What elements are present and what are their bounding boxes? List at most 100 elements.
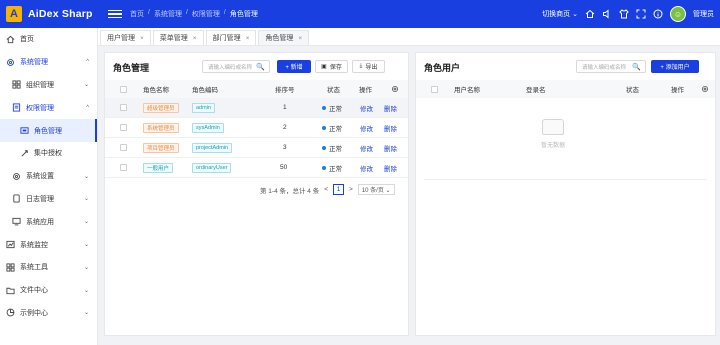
edit-link[interactable]: 修改	[360, 163, 373, 173]
doc-icon	[12, 103, 21, 112]
tab-dept-management[interactable]: 部门管理 ×	[205, 30, 257, 45]
sidebar-item-system-settings[interactable]: 系统设置 ⌄	[0, 165, 97, 188]
sidebar-item-system-tools[interactable]: 系统工具 ⌄	[0, 256, 97, 279]
sidebar-item-example-center[interactable]: 示例中心 ⌄	[0, 302, 97, 325]
select-all-checkbox[interactable]	[120, 85, 127, 93]
page-number[interactable]: 1	[333, 184, 345, 195]
sidebar-item-system-management[interactable]: 系统管理 ^	[0, 51, 97, 74]
user-search-input[interactable]: 请输入编码或名称 🔍	[576, 60, 646, 73]
role-search-input[interactable]: 请输入编码或名称 🔍	[202, 60, 270, 73]
sidebar-item-home[interactable]: 首页	[0, 28, 97, 51]
role-icon	[20, 126, 29, 135]
chevron-down-icon: ⌄	[83, 242, 89, 249]
select-all-checkbox[interactable]	[431, 85, 438, 93]
sidebar-item-org-management[interactable]: 组织管理 ⌄	[0, 74, 97, 97]
edit-link[interactable]: 修改	[360, 103, 373, 113]
table-row[interactable]: 超级管理员 admin 1 正常 修改 删除	[105, 98, 408, 118]
edit-link[interactable]: 修改	[360, 123, 373, 133]
sidebar-item-role-management[interactable]: 角色管理	[0, 119, 97, 142]
gear-icon	[6, 58, 15, 67]
sidebar-item-system-monitor[interactable]: 系统监控 ⌄	[0, 233, 97, 256]
chevron-down-icon: ⌄	[83, 287, 89, 294]
role-name-tag: 项目管理员	[143, 142, 179, 153]
shirt-icon[interactable]	[619, 9, 629, 19]
save-label: 保存	[329, 65, 342, 71]
export-button[interactable]: ⤓ 导出	[352, 60, 385, 73]
fullscreen-icon[interactable]	[636, 9, 646, 19]
delete-link[interactable]: 删除	[384, 163, 397, 173]
row-checkbox[interactable]	[120, 104, 127, 111]
prev-page-button[interactable]: <	[324, 186, 328, 193]
sidebar-item-label: 示例中心	[20, 309, 48, 317]
sidebar-item-log-management[interactable]: 日志管理 ⌄	[0, 188, 97, 211]
tools-icon	[6, 263, 15, 272]
pie-icon	[6, 308, 15, 317]
sidebar-item-system-apps[interactable]: 系统应用 ⌄	[0, 210, 97, 233]
app-logo[interactable]: A AiDex Sharp	[0, 0, 98, 28]
chevron-down-icon: ⌄	[83, 173, 89, 180]
row-checkbox[interactable]	[120, 144, 127, 151]
sidebar-item-file-center[interactable]: 文件中心 ⌄	[0, 279, 97, 302]
status-badge: 正常	[322, 163, 342, 173]
save-button[interactable]: ▣ 保存	[315, 60, 348, 73]
delete-link[interactable]: 删除	[384, 103, 397, 113]
table-row[interactable]: 系统管理员 sysAdmin 2 正常 修改 删除	[105, 118, 408, 138]
menu-toggle-icon[interactable]	[108, 9, 122, 19]
close-icon[interactable]: ×	[246, 35, 250, 42]
export-label: 导出	[365, 65, 378, 71]
close-icon[interactable]: ×	[298, 35, 302, 42]
avatar[interactable]: ☺	[670, 6, 686, 22]
column-header: 状态	[626, 87, 639, 94]
switch-home-dropdown[interactable]: 切换商页 ⌄	[542, 9, 578, 19]
log-icon	[12, 194, 21, 204]
next-page-button[interactable]: >	[349, 186, 353, 193]
home-icon[interactable]	[585, 9, 595, 19]
tab-user-management[interactable]: 用户管理 ×	[100, 30, 151, 45]
chevron-down-icon: ⌄	[83, 82, 89, 89]
role-name-tag: 系统管理员	[143, 122, 179, 133]
close-icon[interactable]: ×	[140, 35, 144, 42]
settings-icon[interactable]	[701, 85, 709, 93]
table-row[interactable]: 一般用户 ordinaryUser 50 正常 修改 删除	[105, 158, 408, 178]
close-icon[interactable]: ×	[193, 35, 197, 42]
save-icon: ▣	[321, 64, 327, 70]
pagination-summary: 第 1-4 条，总计 4 条	[260, 187, 320, 195]
sidebar-item-permission-management[interactable]: 权限管理 ^	[0, 96, 97, 119]
breadcrumb-item[interactable]: 系统管理	[154, 9, 182, 19]
sidebar-item-label: 系统应用	[26, 218, 54, 226]
settings-icon[interactable]	[391, 85, 399, 93]
order-number: 50	[280, 164, 288, 171]
page-size-select[interactable]: 10 条/页 ⌄	[357, 184, 395, 195]
sidebar-item-label: 系统监控	[20, 241, 48, 249]
role-user-panel: 角色用户 请输入编码或名称 🔍 + 添加用户 用户名称 登录名 状态 操作 暂无…	[415, 52, 716, 336]
settings-icon	[12, 172, 21, 181]
tab-role-management[interactable]: 角色管理 ×	[258, 30, 310, 45]
search-icon[interactable]: 🔍	[256, 63, 265, 71]
delete-link[interactable]: 删除	[384, 123, 397, 133]
volume-icon[interactable]	[602, 9, 612, 19]
info-icon[interactable]	[653, 9, 663, 19]
row-checkbox[interactable]	[120, 164, 127, 171]
sidebar-item-label: 角色管理	[34, 127, 62, 135]
delete-link[interactable]: 删除	[384, 143, 397, 153]
row-checkbox[interactable]	[120, 124, 127, 131]
user-name[interactable]: 管理员	[693, 9, 714, 19]
column-header: 操作	[671, 87, 684, 94]
breadcrumb-item[interactable]: 首页	[130, 9, 144, 19]
add-user-button[interactable]: + 添加用户	[651, 60, 699, 73]
column-header: 排序号	[275, 87, 295, 94]
tab-menu-management[interactable]: 菜单管理 ×	[152, 30, 204, 45]
add-role-button[interactable]: + 新增	[277, 60, 311, 73]
empty-box-icon	[542, 119, 564, 135]
role-code-tag: admin	[192, 102, 215, 113]
table-row[interactable]: 项目管理员 projectAdmin 3 正常 修改 删除	[105, 138, 408, 158]
sidebar-item-label: 组织管理	[26, 81, 54, 89]
tab-label: 部门管理	[212, 35, 241, 42]
sidebar-item-central-auth[interactable]: 集中授权	[0, 142, 97, 165]
breadcrumb-current: 角色管理	[229, 11, 258, 18]
search-icon[interactable]: 🔍	[632, 63, 641, 71]
order-number: 2	[283, 124, 287, 131]
edit-link[interactable]: 修改	[360, 143, 373, 153]
role-table-header: 角色名称 角色编码 排序号 状态 操作	[105, 80, 408, 98]
breadcrumb-item[interactable]: 权限管理	[192, 9, 220, 19]
